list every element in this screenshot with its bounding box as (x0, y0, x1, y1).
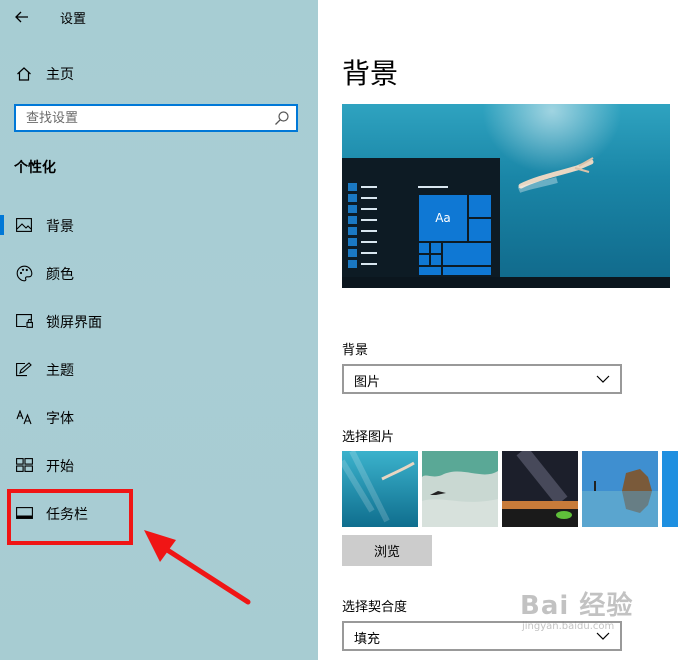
dropdown-value: 填充 (354, 632, 381, 647)
image-icon (14, 215, 34, 235)
sidebar-item-background[interactable]: 背景 (0, 205, 318, 245)
sidebar-item-colors[interactable]: 颜色 (0, 253, 318, 293)
start-icon (14, 455, 34, 475)
baidu-watermark: Bai 经验 jingyan.baidu.com (516, 585, 646, 645)
preview-tile: Aa (418, 194, 468, 242)
section-title: 个性化 (14, 160, 56, 176)
picture-thumbnail[interactable] (582, 451, 658, 527)
picture-thumbnail[interactable] (342, 451, 418, 527)
background-type-dropdown[interactable]: 图片 (342, 364, 622, 394)
sidebar-item-label: 背景 (46, 219, 74, 235)
sidebar-item-themes[interactable]: 主题 (0, 349, 318, 389)
background-label: 背景 (342, 343, 369, 358)
background-preview: Aa (342, 104, 670, 288)
sidebar-item-label: 颜色 (46, 267, 74, 283)
dropdown-value: 图片 (354, 375, 381, 390)
sidebar-item-label: 字体 (46, 411, 74, 427)
app-title: 设置 (60, 12, 87, 27)
nav-home[interactable]: 主页 (0, 58, 318, 90)
choose-picture-label: 选择图片 (342, 430, 395, 445)
taskbar-preview (342, 277, 670, 288)
sidebar-item-label: 主题 (46, 363, 74, 379)
diver-image (517, 157, 594, 193)
search-input[interactable] (16, 106, 276, 130)
page-title: 背景 (342, 57, 399, 90)
title-bar: 设置 (0, 0, 318, 34)
start-menu-preview: Aa (342, 158, 500, 288)
search-icon[interactable] (274, 110, 290, 126)
sidebar-item-fonts[interactable]: 字体 (0, 397, 318, 437)
chevron-down-icon (596, 375, 610, 383)
active-indicator (0, 215, 4, 235)
picture-thumbnail[interactable] (662, 451, 678, 527)
theme-icon (14, 359, 34, 379)
back-arrow-icon (15, 11, 28, 23)
annotation-arrow-icon (144, 530, 251, 605)
sidebar-item-start[interactable]: 开始 (0, 445, 318, 485)
home-icon (14, 64, 34, 84)
back-button[interactable] (8, 4, 36, 30)
lock-screen-icon (14, 311, 34, 331)
palette-icon (14, 263, 34, 283)
watermark-main: Bai 经验 (520, 591, 634, 621)
browse-button[interactable]: 浏览 (342, 535, 432, 566)
main-content: 背景 Aa 背景 图片 选择图片 浏览 选择契合度 填充 Bai 经验 jing… (318, 0, 678, 660)
fit-label: 选择契合度 (342, 600, 408, 615)
sidebar-item-label: 锁屏界面 (46, 315, 102, 331)
search-box[interactable] (14, 104, 298, 132)
nav-home-label: 主页 (46, 67, 74, 83)
sidebar-item-label: 开始 (46, 459, 74, 475)
font-icon (14, 407, 34, 427)
picture-thumbnail[interactable] (502, 451, 578, 527)
annotation-highlight-box (7, 489, 133, 545)
watermark-sub: jingyan.baidu.com (522, 621, 615, 632)
picture-thumbnail[interactable] (422, 451, 498, 527)
sidebar-item-lock-screen[interactable]: 锁屏界面 (0, 301, 318, 341)
